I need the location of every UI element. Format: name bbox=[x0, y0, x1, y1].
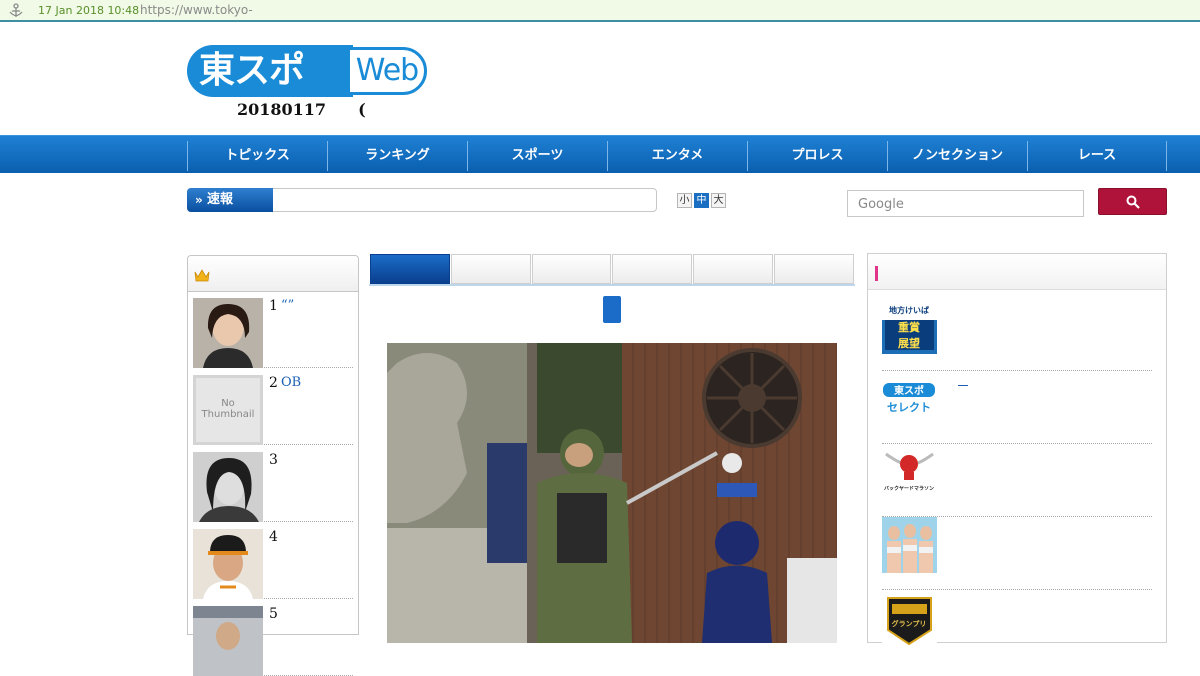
ranking-thumbnail[interactable] bbox=[193, 452, 263, 522]
logo-text-web: Web bbox=[347, 47, 427, 95]
nav-item-sports[interactable]: スポーツ bbox=[467, 141, 607, 171]
nav-item-race[interactable]: レース bbox=[1027, 141, 1167, 171]
banner-chiho-keiba[interactable]: 地方けいば 重賞 展望 bbox=[882, 298, 1152, 371]
ranking-item[interactable]: 1 “” bbox=[193, 294, 353, 368]
category-badge bbox=[603, 296, 621, 323]
banner-image: 東スポ セレクト bbox=[882, 371, 937, 427]
ranking-number: 5 bbox=[269, 606, 278, 622]
ranking-number: 3 bbox=[269, 452, 278, 468]
banner-image: 地方けいば 重賞 展望 bbox=[882, 298, 937, 354]
ranking-thumbnail[interactable] bbox=[193, 298, 263, 368]
site-logo[interactable]: 東スポ Web bbox=[187, 45, 428, 97]
main-nav: トピックス ランキング スポーツ エンタメ プロレス ノンセクション レース bbox=[0, 135, 1200, 173]
search-icon bbox=[1126, 195, 1140, 209]
font-size-switcher: 小 中 大 bbox=[677, 193, 726, 208]
banner-text-2: 重賞 bbox=[898, 320, 920, 334]
search-input[interactable]: Google bbox=[847, 190, 1084, 217]
banner-text-1: バックヤードマラソン bbox=[884, 485, 934, 492]
search-button[interactable] bbox=[1098, 188, 1167, 215]
news-tabs bbox=[369, 254, 855, 286]
nav-item-ranking[interactable]: ランキング bbox=[327, 141, 467, 171]
ranking-title[interactable]: OB bbox=[281, 375, 301, 390]
archive-url[interactable]: https://www.tokyo- bbox=[140, 3, 253, 17]
date-suffix: ( bbox=[358, 100, 366, 119]
breaking-news-ticker[interactable]: » 速報 bbox=[187, 188, 657, 212]
banner-image: バックヤードマラソン bbox=[882, 444, 937, 500]
banner-text-1: 東スポ bbox=[894, 384, 924, 397]
nav-item-entame[interactable]: エンタメ bbox=[607, 141, 747, 171]
ranking-item[interactable]: 3 bbox=[193, 448, 353, 522]
ranking-item[interactable]: No Thumbnail 2 OB bbox=[193, 371, 353, 445]
ranking-number: 2 bbox=[269, 375, 278, 391]
banner-grand-prix[interactable]: グランプリ bbox=[882, 590, 1152, 663]
banner-text-1: 地方けいば bbox=[889, 305, 929, 315]
section-marker bbox=[875, 266, 878, 281]
ranking-box: 1 “” No Thumbnail 2 OB 3 4 5 bbox=[187, 255, 359, 676]
right-column: 地方けいば 重賞 展望 東スポ セレクト バックヤードマラソン グランプリ bbox=[867, 253, 1167, 646]
ranking-thumbnail[interactable] bbox=[193, 529, 263, 599]
logo-text-jp: 東スポ bbox=[187, 45, 353, 97]
no-thumb-line1: No bbox=[221, 398, 235, 409]
banner-tospo-select[interactable]: 東スポ セレクト bbox=[882, 371, 1152, 444]
banner-text-3: 展望 bbox=[897, 336, 920, 350]
ranking-thumbnail[interactable] bbox=[193, 606, 263, 676]
ranking-number: 1 bbox=[269, 298, 278, 314]
archive-date: 17 Jan 2018 10:48 bbox=[38, 4, 140, 17]
nav-item-prowrestling[interactable]: プロレス bbox=[747, 141, 887, 171]
ranking-header bbox=[188, 256, 358, 292]
ranking-title[interactable]: “” bbox=[281, 298, 294, 313]
tab-5[interactable] bbox=[693, 254, 774, 284]
ranking-number: 4 bbox=[269, 529, 278, 545]
no-thumbnail-placeholder[interactable]: No Thumbnail bbox=[193, 375, 263, 445]
tab-4[interactable] bbox=[612, 254, 693, 284]
crown-icon bbox=[194, 269, 210, 282]
date-text: 20180117 bbox=[237, 100, 327, 119]
banner-text-1: グランプリ bbox=[892, 619, 927, 628]
breaking-label-text: 速報 bbox=[207, 192, 234, 207]
no-thumb-line2: Thumbnail bbox=[201, 409, 255, 420]
banner-link-dash bbox=[958, 385, 968, 386]
tab-2[interactable] bbox=[450, 254, 531, 284]
right-column-header bbox=[868, 254, 1166, 290]
font-size-medium-button[interactable]: 中 bbox=[694, 193, 709, 208]
banner-image: グランプリ bbox=[882, 590, 937, 646]
font-size-small-button[interactable]: 小 bbox=[677, 193, 692, 208]
tab-6[interactable] bbox=[774, 254, 854, 284]
ranking-item[interactable]: 4 bbox=[193, 525, 353, 599]
archive-bar: 17 Jan 2018 10:48 https://www.tokyo- bbox=[0, 0, 1200, 22]
header-date: 20180117 ( bbox=[237, 100, 366, 119]
nav-item-nonsection[interactable]: ノンセクション bbox=[887, 141, 1027, 171]
banner-image bbox=[882, 517, 937, 573]
breaking-label: » 速報 bbox=[187, 188, 273, 212]
tab-3[interactable] bbox=[531, 254, 612, 284]
anchor-icon[interactable] bbox=[8, 3, 24, 19]
font-size-large-button[interactable]: 大 bbox=[711, 193, 726, 208]
banner-backyard-marathon[interactable]: バックヤードマラソン bbox=[882, 444, 1152, 517]
banner-gravure[interactable] bbox=[882, 517, 1152, 590]
main-article-photo[interactable] bbox=[387, 343, 837, 643]
tab-1[interactable] bbox=[370, 254, 450, 284]
chevron-right-icon: » bbox=[195, 193, 203, 207]
nav-item-topics[interactable]: トピックス bbox=[187, 141, 327, 171]
banner-text-2: セレクト bbox=[887, 401, 931, 414]
ranking-item[interactable]: 5 bbox=[193, 602, 353, 676]
